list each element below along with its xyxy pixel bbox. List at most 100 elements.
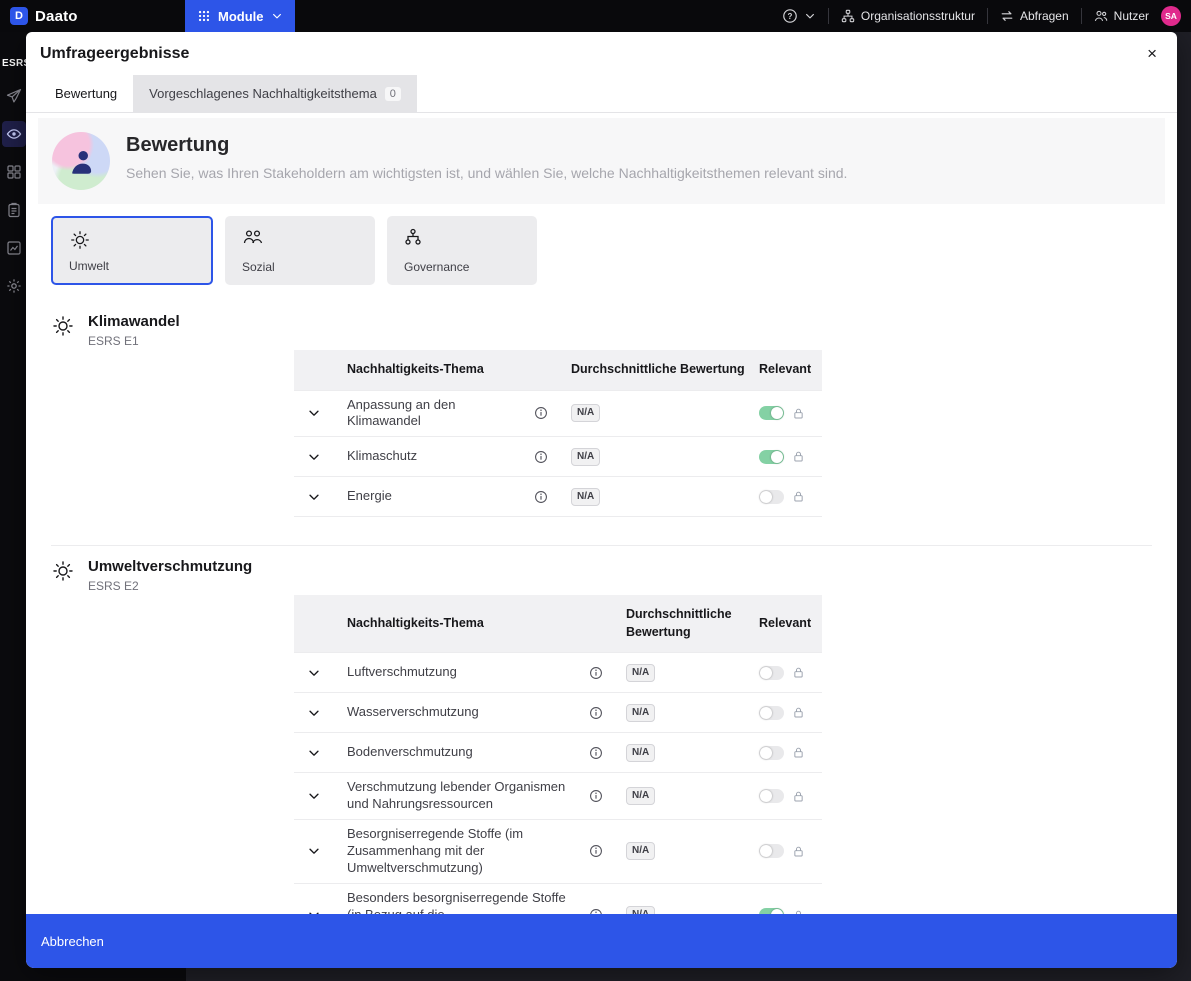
expand-row-button[interactable] — [307, 844, 321, 858]
column-header-relevant: Relevant — [759, 615, 811, 633]
category-card-sozial[interactable]: Sozial — [225, 216, 375, 285]
column-header-rating: Durchschnittliche Bewertung — [571, 361, 745, 379]
sidebar-section-label: ESRS — [2, 58, 26, 69]
nav-item-abfragen[interactable]: Abfragen — [1000, 9, 1069, 23]
expand-row-button[interactable] — [307, 450, 321, 464]
expand-row-button[interactable] — [307, 746, 321, 760]
lock-icon — [792, 666, 805, 679]
relevant-toggle[interactable] — [759, 706, 784, 720]
expand-row-button[interactable] — [307, 666, 321, 680]
info-icon[interactable] — [534, 490, 548, 504]
nav-item-nutzer[interactable]: Nutzer — [1094, 9, 1149, 23]
rating-badge: N/A — [626, 787, 655, 805]
topics-table: Nachhaltigkeits-Thema Durchschnittliche … — [294, 313, 822, 517]
info-icon[interactable] — [589, 746, 603, 760]
chevron-down-icon — [307, 789, 321, 803]
relevant-toggle[interactable] — [759, 490, 784, 504]
category-label: Umwelt — [69, 259, 195, 273]
table-row: Verschmutzung lebender Organismen und Na… — [294, 773, 822, 820]
brand-logo[interactable]: D Daato — [10, 7, 78, 25]
settings-icon — [6, 278, 22, 294]
environment-sun-icon — [51, 314, 75, 338]
tab-bewertung[interactable]: Bewertung — [39, 75, 133, 112]
nav-item-label: Abfragen — [1020, 9, 1069, 23]
nav-item-organisationsstruktur[interactable]: Organisationsstruktur — [841, 9, 975, 23]
chevron-down-icon — [307, 406, 321, 420]
table-row: Klimaschutz N/A — [294, 437, 822, 477]
lock-icon — [792, 407, 805, 420]
relevant-toggle[interactable] — [759, 666, 784, 680]
lock-icon — [792, 790, 805, 803]
column-header-rating: Durchschnittliche Bewertung — [626, 606, 745, 641]
sidebar-item-dashboard[interactable] — [2, 159, 26, 185]
table-header-row: Nachhaltigkeits-Thema Durchschnittliche … — [294, 350, 822, 391]
topic-label: Bodenverschmutzung — [347, 744, 589, 761]
expand-row-button[interactable] — [307, 706, 321, 720]
brand-name: Daato — [35, 8, 78, 25]
table-row: Wasserverschmutzung N/A — [294, 693, 822, 733]
survey-results-modal: Umfrageergebnisse × Bewertung Vorgeschla… — [26, 32, 1177, 968]
tab-vorgeschlagenes-nachhaltigkeitsthema[interactable]: Vorgeschlagenes Nachhaltigkeitsthema 0 — [133, 75, 417, 112]
relevant-toggle[interactable] — [759, 746, 784, 760]
info-icon[interactable] — [589, 706, 603, 720]
chart-icon — [6, 240, 22, 256]
sidebar-item-tasks[interactable] — [2, 197, 26, 223]
expand-row-button[interactable] — [307, 490, 321, 504]
help-menu-button[interactable] — [782, 8, 816, 24]
category-card-governance[interactable]: Governance — [387, 216, 537, 285]
expand-row-button[interactable] — [307, 406, 321, 420]
relevant-toggle[interactable] — [759, 450, 784, 464]
modal-footer: Abbrechen — [26, 914, 1177, 968]
divider — [1081, 8, 1082, 24]
category-card-umwelt[interactable]: Umwelt — [51, 216, 213, 285]
relevant-toggle[interactable] — [759, 789, 784, 803]
info-icon[interactable] — [534, 406, 548, 420]
topic-label: Verschmutzung lebender Organismen und Na… — [347, 779, 589, 813]
relevant-toggle[interactable] — [759, 406, 784, 420]
sidebar-item-view[interactable] — [2, 121, 26, 147]
chevron-down-icon — [307, 706, 321, 720]
lock-icon — [792, 450, 805, 463]
user-avatar[interactable]: SA — [1161, 6, 1181, 26]
environment-sun-icon — [69, 229, 91, 251]
users-icon — [1094, 9, 1108, 23]
chevron-down-icon — [804, 10, 816, 22]
bewertung-header: Bewertung Sehen Sie, was Ihren Stakehold… — [38, 118, 1165, 204]
lock-icon — [792, 845, 805, 858]
chevron-down-icon — [307, 490, 321, 504]
chevron-down-icon — [271, 10, 283, 22]
topics-table: Nachhaltigkeits-Thema Durchschnittliche … — [294, 558, 822, 914]
close-icon[interactable]: × — [1141, 41, 1163, 66]
illustration-avatar — [52, 132, 110, 190]
eye-icon — [6, 126, 22, 142]
topic-label: Klimaschutz — [347, 448, 534, 465]
rating-badge: N/A — [626, 704, 655, 722]
info-icon[interactable] — [534, 450, 548, 464]
sidebar-rail: ESRS — [0, 32, 26, 981]
top-navbar: D Daato Module Organisationsstruktur Abf… — [0, 0, 1191, 32]
lock-icon — [792, 490, 805, 503]
info-icon[interactable] — [589, 666, 603, 680]
expand-row-button[interactable] — [307, 789, 321, 803]
esrs-section-title: Klimawandel — [88, 313, 180, 330]
sidebar-item-settings[interactable] — [2, 273, 26, 299]
column-header-topic: Nachhaltigkeits-Thema — [347, 361, 484, 379]
relevant-toggle[interactable] — [759, 908, 784, 914]
modal-tabs: Bewertung Vorgeschlagenes Nachhaltigkeit… — [26, 75, 1177, 113]
section-heading: Bewertung — [126, 134, 847, 157]
topic-label: Anpassung an den Klimawandel — [347, 397, 534, 431]
relevant-toggle[interactable] — [759, 844, 784, 858]
apps-grid-icon — [197, 9, 211, 23]
sidebar-item-send[interactable] — [2, 83, 26, 109]
module-menu-button[interactable]: Module — [185, 0, 295, 32]
sidebar-item-reports[interactable] — [2, 235, 26, 261]
info-icon[interactable] — [589, 789, 603, 803]
column-header-relevant: Relevant — [759, 361, 811, 379]
brand-mark-icon: D — [10, 7, 28, 25]
queries-icon — [1000, 9, 1014, 23]
cancel-button[interactable]: Abbrechen — [39, 928, 106, 955]
section-subtitle: Sehen Sie, was Ihren Stakeholdern am wic… — [126, 165, 847, 181]
social-people-icon — [242, 228, 264, 246]
info-icon[interactable] — [589, 844, 603, 858]
nav-item-label: Organisationsstruktur — [861, 9, 975, 23]
